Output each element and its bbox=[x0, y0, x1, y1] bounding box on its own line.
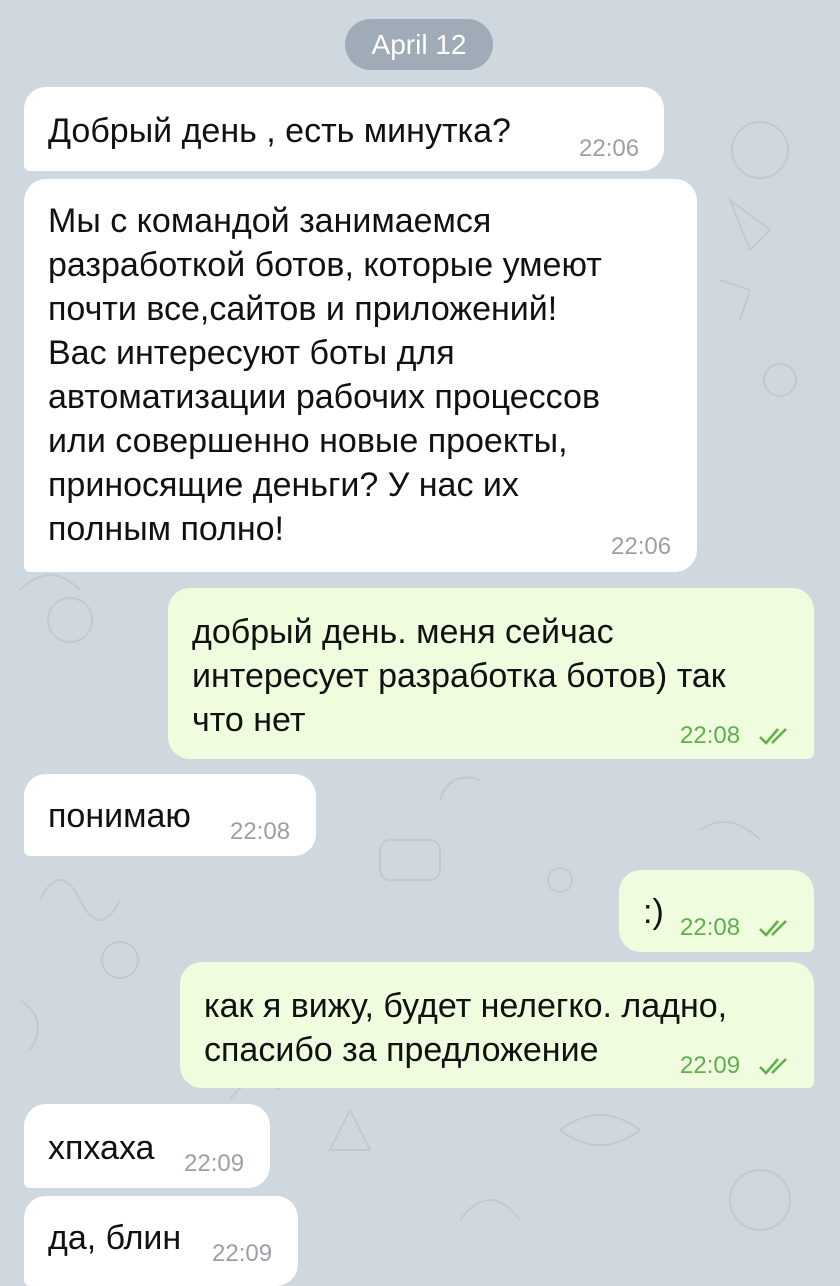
message-outgoing[interactable]: добрый день. меня сейчас интересует разр… bbox=[168, 588, 814, 759]
message-time: 22:09 bbox=[212, 1240, 273, 1267]
message-text: хпхаха bbox=[48, 1129, 155, 1167]
message-time: 22:09 bbox=[184, 1150, 245, 1177]
double-check-icon bbox=[759, 728, 787, 745]
message-time: 22:09 bbox=[680, 1052, 741, 1079]
double-check-icon bbox=[759, 1058, 787, 1075]
message-text: как я вижу, будет нелегко. ладно, спасиб… bbox=[204, 987, 728, 1069]
message-time: 22:06 bbox=[579, 135, 640, 162]
message-time: 22:06 bbox=[611, 533, 672, 560]
message-text: да, блин bbox=[48, 1219, 182, 1257]
message-text: добрый день. меня сейчас интересует разр… bbox=[192, 613, 726, 739]
message-text: понимаю bbox=[48, 797, 191, 835]
message-outgoing[interactable]: :) 22:08 bbox=[619, 870, 814, 952]
message-text: :) bbox=[643, 893, 664, 931]
message-text: Добрый день , есть минутка? bbox=[48, 112, 511, 150]
message-time: 22:08 bbox=[680, 722, 741, 749]
message-incoming[interactable]: Добрый день , есть минутка? 22:06 bbox=[24, 87, 664, 171]
message-time: 22:08 bbox=[680, 914, 741, 941]
message-text: Мы с командой занимаемся разработкой бот… bbox=[48, 202, 602, 548]
message-incoming[interactable]: понимаю 22:08 bbox=[24, 774, 316, 856]
message-time: 22:08 bbox=[230, 818, 291, 845]
message-incoming[interactable]: хпхаха 22:09 bbox=[24, 1104, 270, 1188]
message-outgoing[interactable]: как я вижу, будет нелегко. ладно, спасиб… bbox=[180, 962, 814, 1088]
message-incoming[interactable]: Мы с командой занимаемся разработкой бот… bbox=[24, 179, 697, 572]
message-incoming[interactable]: да, блин 22:09 bbox=[24, 1196, 298, 1286]
double-check-icon bbox=[759, 920, 787, 937]
date-chip: April 12 bbox=[345, 19, 493, 70]
